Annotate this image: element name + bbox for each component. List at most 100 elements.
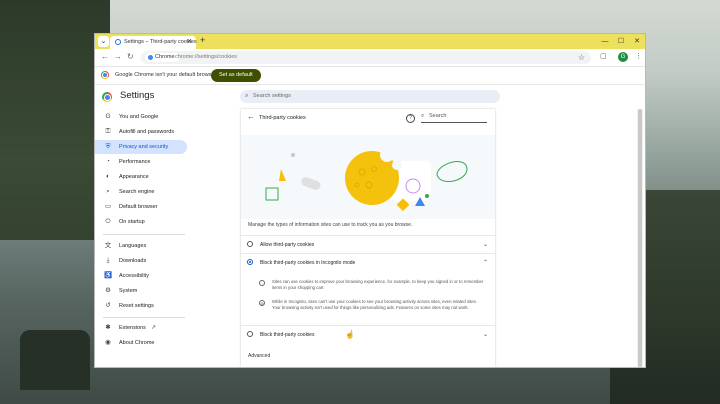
sidebar-item-label: Reset settings	[119, 303, 154, 309]
search-icon: ⌕	[421, 113, 425, 119]
option-block-incognito[interactable]: Block third-party cookies in Incognito m…	[241, 253, 495, 272]
forward-icon[interactable]: →	[114, 52, 122, 61]
window-controls: — ☐ ✕	[597, 34, 645, 49]
sidebar-item-label: Accessibility	[119, 273, 149, 279]
sidebar-item-label: Languages	[119, 243, 147, 249]
search-placeholder: Search settings	[253, 93, 291, 99]
chevron-down-icon[interactable]: ⌄	[483, 326, 488, 344]
sidebar-item-system[interactable]: ⚙ System	[95, 284, 187, 298]
profile-avatar[interactable]: G	[618, 52, 628, 62]
wallpaper-rock	[20, 330, 90, 390]
advanced-section-label: Advanced	[248, 353, 271, 359]
option-block-third-party[interactable]: Block third-party cookies ⌄ ☝	[241, 325, 495, 344]
infobar-message: Google Chrome isn't your default browser	[115, 72, 217, 78]
side-panel-icon[interactable]: ▢	[600, 52, 607, 60]
url-text[interactable]: chrome://settings/cookies	[175, 51, 237, 64]
sidebar-item-languages[interactable]: 文 Languages	[95, 239, 187, 253]
sidebar-item-privacy[interactable]: ⛨ Privacy and security	[95, 140, 187, 154]
option-label: Allow third-party cookies	[260, 242, 315, 248]
set-as-default-button[interactable]: Set as default	[211, 69, 261, 82]
detail-cookies-allowed: · Sites can use cookies to improve your …	[259, 279, 485, 295]
sidebar-item-extensions[interactable]: ✱ Extensions ↗	[95, 321, 187, 335]
default-browser-infobar: Google Chrome isn't your default browser…	[95, 67, 645, 85]
detail-text: Sites can use cookies to improve your br…	[272, 279, 484, 290]
chrome-window: ⌄ Settings – Third-party cookies ✕ + — ☐…	[95, 34, 645, 367]
sidebar-divider	[103, 234, 185, 235]
card-title: Third-party cookies	[259, 115, 306, 121]
search-icon: ⌕	[106, 188, 110, 195]
radio-block[interactable]	[247, 331, 253, 337]
option-label: Block third-party cookies	[260, 332, 315, 338]
back-icon[interactable]: ←	[101, 52, 109, 61]
close-window-button[interactable]: ✕	[629, 34, 645, 49]
sidebar-item-label: Performance	[119, 159, 151, 165]
sidebar-item-label: Extensions	[119, 325, 146, 331]
palette-icon: ◐	[106, 173, 110, 180]
accessibility-icon: ♿	[104, 272, 113, 279]
wrench-icon: ⚙	[105, 287, 111, 294]
help-icon[interactable]: ?	[406, 114, 415, 123]
radio-block-incognito[interactable]	[247, 259, 253, 265]
sidebar-item-autofill[interactable]: ⚿ Autofill and passwords	[95, 125, 187, 139]
sidebar-divider	[103, 317, 185, 318]
chevron-down-icon[interactable]: ⌄	[483, 236, 488, 254]
chrome-logo-icon	[101, 71, 109, 79]
bookmark-star-icon[interactable]: ☆	[578, 51, 585, 64]
sidebar-item-default-browser[interactable]: ▭ Default browser	[95, 200, 187, 214]
browser-icon: ▭	[104, 203, 112, 210]
shield-icon: ⛨	[105, 143, 111, 150]
new-tab-button[interactable]: +	[200, 35, 205, 45]
detail-text: While in Incognito, sites can't use your…	[272, 299, 478, 310]
option-allow-third-party[interactable]: Allow third-party cookies ⌄	[241, 235, 495, 254]
sidebar-item-label: You and Google	[119, 114, 159, 120]
key-icon: ⚿	[105, 128, 111, 135]
download-icon: ⤓	[106, 257, 110, 264]
settings-favicon-icon	[115, 39, 121, 45]
tab-settings[interactable]: Settings – Third-party cookies ✕	[110, 36, 197, 49]
power-icon: ⏻	[105, 218, 111, 225]
minimize-button[interactable]: —	[597, 34, 613, 49]
cookie-icon: ·	[259, 280, 265, 286]
sidebar-item-downloads[interactable]: ⤓ Downloads	[95, 254, 187, 268]
sidebar-item-performance[interactable]: ◔ Performance	[95, 155, 187, 169]
scrollbar-thumb[interactable]	[638, 109, 642, 367]
puzzle-icon: ✱	[105, 324, 111, 331]
google-icon: G	[105, 113, 111, 120]
chrome-logo-icon	[102, 92, 112, 102]
close-tab-icon[interactable]: ✕	[187, 36, 192, 49]
sidebar-item-accessibility[interactable]: ♿ Accessibility	[95, 269, 187, 283]
maximize-button[interactable]: ☐	[613, 34, 629, 49]
menu-kebab-icon[interactable]: ⋮	[635, 52, 642, 60]
sidebar-item-reset[interactable]: ↺ Reset settings	[95, 299, 187, 313]
sidebar-item-about[interactable]: ◉ About Chrome	[95, 336, 187, 350]
page-scrollbar[interactable]	[637, 109, 643, 367]
site-chip[interactable]: Chrome	[145, 53, 179, 62]
address-bar[interactable]: Chrome chrome://settings/cookies ☆	[141, 51, 591, 64]
cookie-illustration-graphic	[265, 148, 468, 212]
sidebar-item-search-engine[interactable]: ⌕ Search engine	[95, 185, 187, 199]
sidebar-item-label: Downloads	[119, 258, 147, 264]
sidebar-item-you-and-google[interactable]: G You and Google	[95, 110, 187, 124]
page-title: Settings	[120, 90, 155, 101]
mouse-cursor-icon: ☝	[345, 330, 355, 339]
radio-allow[interactable]	[247, 241, 253, 247]
tab-title: Settings – Third-party cookies	[124, 39, 197, 45]
search-placeholder: Search	[429, 113, 447, 119]
settings-search-input[interactable]: ⌕ Search settings	[240, 90, 500, 103]
external-link-icon: ↗	[151, 325, 157, 331]
sidebar-item-label: On startup	[119, 219, 145, 225]
back-arrow-icon[interactable]: ←	[247, 112, 255, 121]
card-search-input[interactable]: ⌕ Search	[421, 113, 487, 123]
reload-icon[interactable]: ↻	[127, 52, 134, 61]
settings-sidebar: G You and Google ⚿ Autofill and passwords …	[95, 110, 195, 367]
chevron-up-icon[interactable]: ⌃	[483, 254, 488, 272]
cookies-settings-card: ← Third-party cookies ? ⌕ Search Manage …	[241, 109, 495, 367]
sidebar-item-appearance[interactable]: ◐ Appearance	[95, 170, 187, 184]
tab-search-button[interactable]: ⌄	[98, 36, 109, 47]
speedometer-icon: ◔	[106, 158, 110, 165]
chrome-icon: ◉	[105, 339, 111, 346]
sidebar-item-on-startup[interactable]: ⏻ On startup	[95, 215, 187, 229]
cookies-illustration	[241, 135, 495, 219]
sidebar-item-label: About Chrome	[119, 340, 155, 346]
sidebar-item-label: Default browser	[119, 204, 158, 210]
